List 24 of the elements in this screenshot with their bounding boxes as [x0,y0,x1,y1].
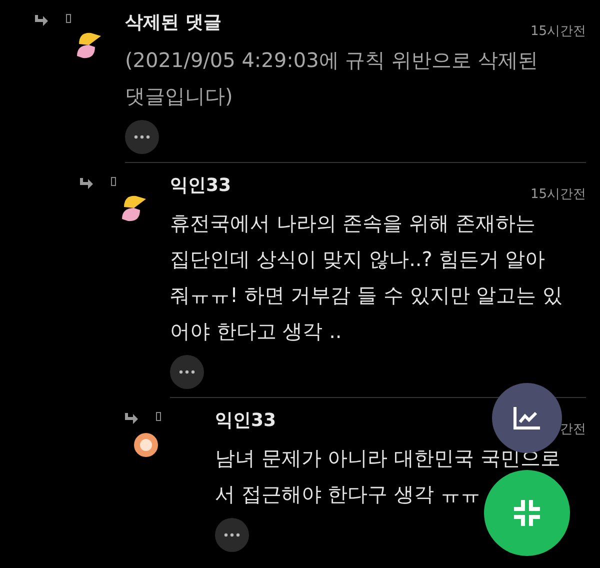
line-chart-icon [512,405,542,431]
marker-icon [111,177,116,186]
author-name: 익인33 [170,174,232,197]
timestamp: 간전 [560,421,586,438]
reply-arrow-icon [123,412,139,426]
reply-arrow-icon [78,177,94,191]
author-name: 삭제된 댓글 [125,11,222,34]
timestamp: 15시간전 [530,23,586,40]
timestamp: 15시간전 [530,186,586,203]
comment-text: 휴전국에서 나라의 존속을 위해 존재하는 집단인데 상식이 맞지 않나..? 힘든거 알아 줘ㅠㅠ! 하면 거부감 들 수 있지만 알고는 있 어야 한다고 생각 .. [170,210,564,345]
comment-text: 남녀 문제가 아니라 대한민국 국민으로 서 접근해야 한다구 생각 ㅠㅠ [215,445,562,508]
more-button[interactable] [125,120,159,154]
ellipsis-icon [134,135,150,139]
author-name: 익인33 [215,409,276,432]
marker-icon [66,14,71,23]
reply-arrow-icon [33,14,49,28]
collapse-icon [512,498,542,528]
ellipsis-icon [179,370,195,374]
more-button[interactable] [170,355,204,389]
comment-text: (2021/9/05 4:29:03에 규칙 위반으로 삭제된 댓글입니다) [125,47,539,110]
more-button[interactable] [215,518,249,552]
marker-icon [156,412,161,421]
ellipsis-icon [224,533,240,537]
avatar-icon [131,430,161,460]
